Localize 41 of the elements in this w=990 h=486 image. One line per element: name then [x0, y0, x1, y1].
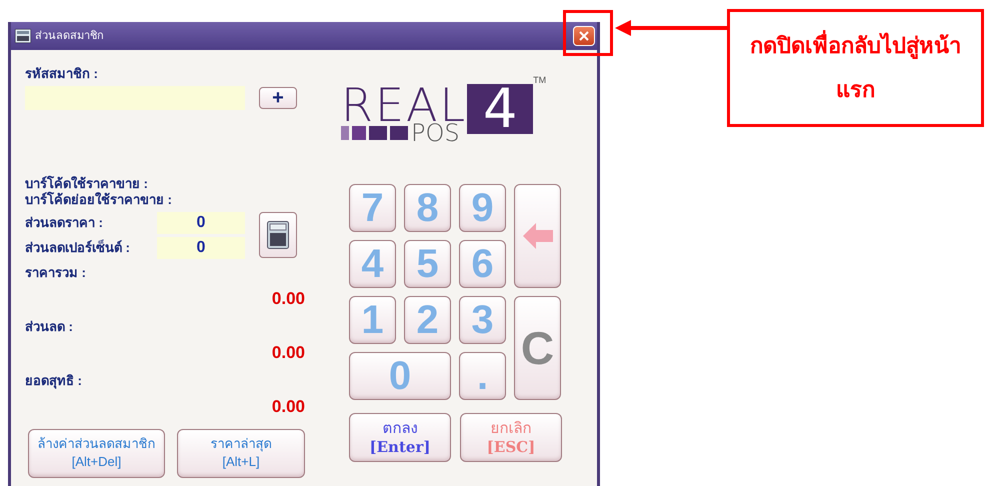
- add-button[interactable]: +: [259, 86, 297, 108]
- total-value: 0.00: [272, 342, 305, 364]
- keypad-key[interactable]: 9: [459, 184, 506, 232]
- total-value: 0.00: [272, 396, 305, 418]
- window-title: ส่วนลดสมาชิก: [35, 28, 104, 44]
- discount-field[interactable]: 0: [157, 212, 245, 234]
- left-arrow-icon: [522, 223, 552, 249]
- close-icon: [579, 31, 589, 41]
- total-label: ราคารวม :: [25, 264, 87, 282]
- close-button[interactable]: [573, 26, 595, 46]
- calculator-button[interactable]: [259, 212, 297, 258]
- keypad-key[interactable]: 0: [349, 352, 451, 400]
- keypad-key[interactable]: 4: [349, 240, 396, 288]
- highlight-frame: [563, 10, 613, 56]
- field-label: รหัสสมาชิก :: [25, 65, 99, 83]
- keypad-key[interactable]: 6: [459, 240, 506, 288]
- field-label: ส่วนลดเปอร์เซ็นต์ :: [25, 238, 131, 257]
- clear-key[interactable]: C: [514, 296, 561, 400]
- keypad-key[interactable]: 5: [404, 240, 451, 288]
- member-code-field[interactable]: [25, 86, 245, 110]
- keypad-key[interactable]: 1: [349, 296, 396, 344]
- keypad-key[interactable]: 3: [459, 296, 506, 344]
- cancel-button[interactable]: ยกเลิก [ESC]: [460, 413, 562, 462]
- keypad-key[interactable]: .: [459, 352, 506, 400]
- action-button[interactable]: ล้างค่าส่วนลดสมาชิก [Alt+Del]: [28, 428, 165, 478]
- backspace-key[interactable]: [514, 184, 561, 288]
- calculator-icon: [267, 221, 289, 249]
- barcode-label: บาร์โค้ดย่อยใช้ราคาขาย :: [25, 192, 173, 208]
- action-button[interactable]: ราคาล่าสุด [Alt+L]: [177, 428, 305, 478]
- callout-text: กดปิดเพื่อกลับไปสู่หน้าแรก: [744, 24, 967, 112]
- field-label: ส่วนลดราคา :: [25, 214, 104, 232]
- barcode-label: บาร์โค้ดใช้ราคาขาย :: [25, 176, 149, 192]
- discount-field[interactable]: 0: [157, 236, 245, 258]
- calculator-icon: [15, 29, 31, 43]
- ok-button[interactable]: ตกลง [Enter]: [349, 413, 451, 462]
- keypad-key[interactable]: 2: [404, 296, 451, 344]
- total-value: 0.00: [272, 288, 305, 310]
- total-label: ส่วนลด :: [25, 318, 74, 336]
- keypad-key[interactable]: 8: [404, 184, 451, 232]
- keypad-key[interactable]: 7: [349, 184, 396, 232]
- total-label: ยอดสุทธิ :: [25, 372, 83, 390]
